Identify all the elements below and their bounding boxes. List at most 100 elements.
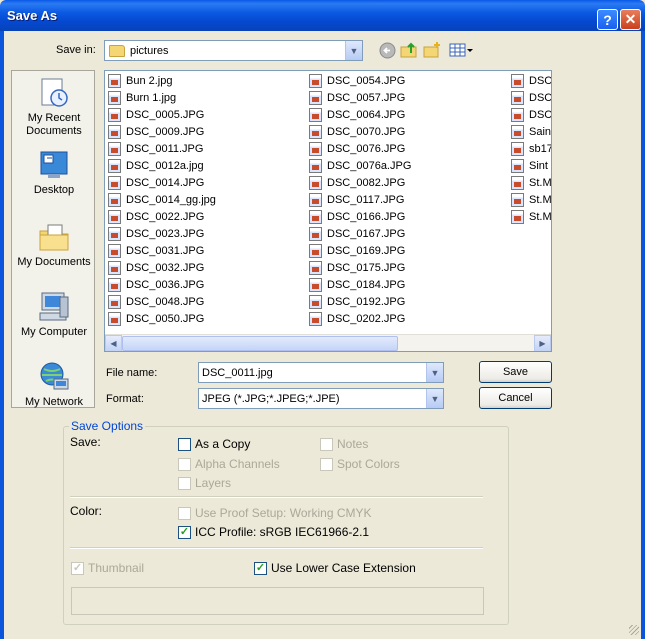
file-item[interactable]: DSC_0070.JPG (309, 123, 504, 140)
chevron-down-icon[interactable]: ▼ (426, 389, 443, 408)
image-file-icon (309, 141, 322, 156)
file-item[interactable]: DSC_0192.JPG (309, 293, 504, 310)
file-item[interactable]: DSC_0009.JPG (108, 123, 303, 140)
file-name: DSC_0014_gg.jpg (126, 193, 216, 206)
file-item[interactable]: DSCG (511, 106, 551, 123)
save-button[interactable]: Save (479, 361, 552, 383)
file-item[interactable]: Sint M (511, 157, 551, 174)
use-lower-case-extension-checkbox[interactable]: ✓ Use Lower Case Extension (254, 561, 416, 575)
file-name: St.Ma (529, 176, 552, 189)
file-item[interactable]: DSC_0036.JPG (108, 276, 303, 293)
file-item[interactable]: DSC_0169.JPG (309, 242, 504, 259)
format-dropdown[interactable]: JPEG (*.JPG;*.JPEG;*.JPE) ▼ (198, 388, 444, 409)
checkmark-icon: ✓ (71, 561, 84, 575)
view-menu-button[interactable] (448, 41, 474, 59)
place-my-recent-documents[interactable]: My Recent Documents (12, 77, 96, 138)
file-name: DSC_0117.JPG (327, 193, 405, 206)
file-item[interactable]: DSC_0048.JPG (108, 293, 303, 310)
file-item[interactable]: DSC_0054.JPG (309, 72, 504, 89)
resize-grip-icon[interactable] (629, 625, 639, 635)
file-item[interactable]: DSC_0076a.JPG (309, 157, 504, 174)
file-item[interactable]: DSC_0117.JPG (309, 191, 504, 208)
checkbox-label: ICC Profile: sRGB IEC61966-2.1 (195, 525, 370, 539)
scroll-thumb[interactable] (122, 336, 398, 351)
desktop-icon (40, 151, 68, 178)
file-item[interactable]: DSC_0014_gg.jpg (108, 191, 303, 208)
file-item[interactable]: DSC_0014.JPG (108, 174, 303, 191)
image-file-icon (108, 192, 121, 207)
file-item[interactable]: DSC_0057.JPG (309, 89, 504, 106)
file-item[interactable]: Saint (511, 123, 551, 140)
color-label: Color: (70, 504, 103, 518)
image-file-icon (108, 260, 121, 275)
save-options-title: Save Options (69, 419, 146, 433)
file-item[interactable]: DSC_0166.JPG (309, 208, 504, 225)
file-item[interactable]: DSC_0023.JPG (108, 225, 303, 242)
chevron-down-icon[interactable]: ▼ (345, 41, 362, 60)
file-name-field[interactable]: DSC_0011.jpg ▼ (198, 362, 444, 383)
scroll-right-icon[interactable]: ▶ (534, 335, 551, 351)
place-my-network[interactable]: My Network (12, 361, 96, 409)
file-item[interactable]: Bun 2.jpg (108, 72, 303, 89)
place-my-documents[interactable]: My Documents (12, 221, 96, 269)
scroll-left-icon[interactable]: ◀ (105, 335, 122, 351)
title-bar[interactable]: Save As ? ✕ (0, 0, 645, 31)
file-item[interactable]: DSC_0076.JPG (309, 140, 504, 157)
alpha-channels-checkbox: Alpha Channels (178, 457, 280, 471)
file-item[interactable]: DSC_0022.JPG (108, 208, 303, 225)
horizontal-scrollbar[interactable]: ◀ ▶ (105, 334, 551, 351)
up-folder-button[interactable] (400, 41, 418, 59)
image-file-icon (309, 158, 322, 173)
file-name: DSC_0076a.JPG (327, 159, 412, 172)
file-item[interactable]: DSC_0011.JPG (108, 140, 303, 157)
file-name: DSCF (529, 74, 552, 87)
cancel-button[interactable]: Cancel (479, 387, 552, 409)
file-item[interactable]: DSC_0202.JPG (309, 310, 504, 327)
close-button[interactable]: ✕ (620, 9, 641, 30)
image-file-icon (309, 192, 322, 207)
new-folder-button[interactable] (423, 41, 441, 59)
file-item[interactable]: St.Ma (511, 208, 551, 225)
checkbox-label: Use Lower Case Extension (271, 561, 416, 575)
file-item[interactable]: DSC_0050.JPG (108, 310, 303, 327)
file-item[interactable]: DSC_0032.JPG (108, 259, 303, 276)
chevron-down-icon[interactable]: ▼ (426, 363, 443, 382)
image-file-icon (309, 90, 322, 105)
new-folder-icon (423, 42, 440, 58)
file-name: DSC_0023.JPG (126, 227, 205, 240)
file-list[interactable]: Bun 2.jpg Burn 1.jpg DSC_0005.JPG DSC_0009.… (104, 70, 552, 352)
file-item[interactable]: DSC_0064.JPG (309, 106, 504, 123)
icc-profile-checkbox[interactable]: ✓ ICC Profile: sRGB IEC61966-2.1 (178, 525, 369, 539)
image-file-icon (108, 107, 121, 122)
file-item[interactable]: DSC_0175.JPG (309, 259, 504, 276)
file-item[interactable]: St.Ma (511, 174, 552, 191)
file-item[interactable]: DSC_0082.JPG (309, 174, 504, 191)
file-name: DSC_0184.JPG (327, 278, 406, 291)
file-item[interactable]: DSCF (511, 72, 552, 89)
save-in-dropdown[interactable]: pictures ▼ (104, 40, 363, 61)
file-item[interactable]: DSC_0012a.jpg (108, 157, 303, 174)
checkbox-label: Layers (195, 476, 232, 490)
help-button[interactable]: ? (597, 9, 618, 30)
place-my-computer[interactable]: My Computer (12, 291, 96, 339)
file-item[interactable]: Burn 1.jpg (108, 89, 303, 106)
file-item[interactable]: DSC_0167.JPG (309, 225, 504, 242)
close-icon: ✕ (624, 11, 637, 27)
file-item[interactable]: DSC_0005.JPG (108, 106, 303, 123)
image-file-icon (108, 294, 121, 309)
file-item[interactable]: DSCF (511, 89, 551, 106)
checkbox-label: Notes (337, 437, 369, 451)
as-a-copy-checkbox[interactable]: As a Copy (178, 437, 250, 451)
file-item[interactable]: St.Ma (511, 191, 551, 208)
image-file-icon (108, 158, 121, 173)
place-desktop[interactable]: Desktop (12, 149, 96, 197)
back-button[interactable] (378, 41, 396, 59)
image-file-icon (309, 294, 322, 309)
image-file-icon (108, 73, 121, 88)
file-item[interactable]: sb17 (511, 140, 551, 157)
image-file-icon (309, 243, 322, 258)
image-file-icon (309, 107, 322, 122)
image-file-icon (108, 243, 121, 258)
file-item[interactable]: DSC_0031.JPG (108, 242, 303, 259)
file-item[interactable]: DSC_0184.JPG (309, 276, 504, 293)
